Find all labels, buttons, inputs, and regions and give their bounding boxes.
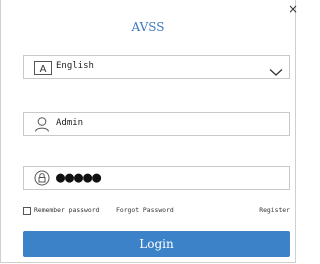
remember-password-checkbox[interactable] [23, 207, 31, 215]
svg-text:A: A [40, 64, 47, 75]
login-button-label: Login [139, 237, 174, 251]
language-value: English [56, 61, 94, 71]
user-icon [34, 116, 50, 136]
lock-icon [34, 170, 50, 190]
language-a-icon: A [34, 60, 52, 79]
login-dialog: × AVSS A English Admin ●●●●● Remember pa… [0, 0, 298, 263]
username-field[interactable]: Admin [23, 112, 290, 136]
login-button[interactable]: Login [23, 231, 290, 257]
close-button[interactable]: × [288, 3, 298, 15]
password-value: ●●●●● [56, 168, 102, 186]
chevron-down-icon[interactable] [269, 62, 283, 81]
password-field[interactable]: ●●●●● [23, 166, 290, 190]
username-value: Admin [56, 118, 84, 128]
forgot-password-link[interactable]: Forgot Password [116, 206, 174, 214]
app-title: AVSS [131, 20, 165, 34]
language-select[interactable]: A English [23, 55, 290, 79]
options-row: Remember password Forgot Password Regist… [23, 206, 290, 218]
register-link[interactable]: Register [259, 206, 290, 214]
remember-password-label[interactable]: Remember password [34, 206, 99, 214]
